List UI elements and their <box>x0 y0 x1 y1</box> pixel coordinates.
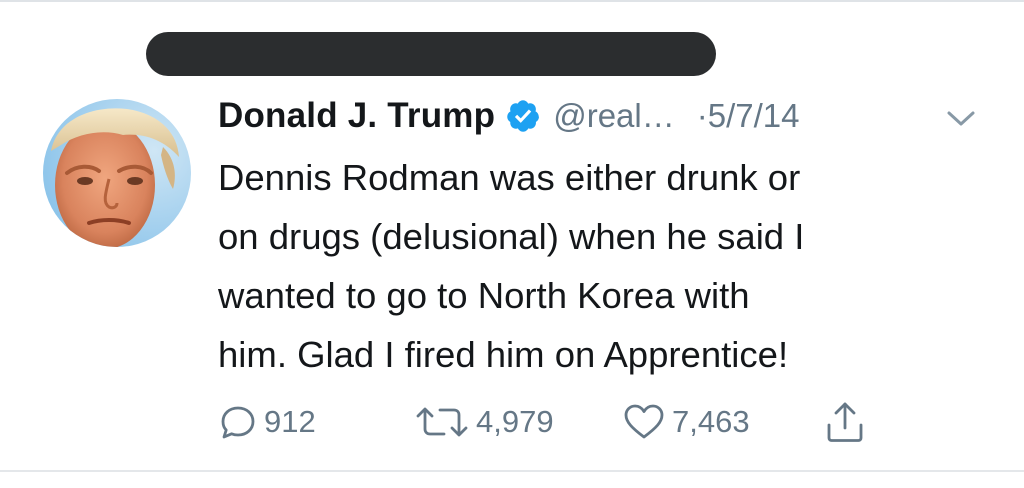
timestamp-date: 5/7/14 <box>707 97 800 134</box>
bottom-divider <box>0 470 1024 472</box>
tweet-header: Donald J. Trump @real… ·5/7/14 <box>218 93 799 139</box>
reply-bubble-icon <box>221 406 255 439</box>
avatar-image <box>43 99 191 247</box>
tweet-text: Dennis Rodman was either drunk or on dru… <box>218 148 998 384</box>
share-button[interactable] <box>824 400 866 444</box>
like-button[interactable]: 7,463 <box>622 400 750 444</box>
timestamp-separator: · <box>696 97 708 134</box>
tweet-actions: 912 4,979 7,463 <box>0 400 1024 444</box>
tweet-text-line: Dennis Rodman was either drunk or <box>218 157 801 198</box>
tweet-timestamp[interactable]: ·5/7/14 <box>697 97 800 135</box>
top-divider <box>0 0 1024 2</box>
like-count: 7,463 <box>672 404 750 439</box>
retweet-button[interactable]: 4,979 <box>414 400 554 444</box>
reply-button[interactable]: 912 <box>218 400 316 444</box>
retweet-arrows-icon <box>416 407 468 437</box>
reply-count: 912 <box>264 404 316 439</box>
tweet-card[interactable]: Donald J. Trump @real… ·5/7/14 Dennis Ro… <box>0 0 1024 488</box>
retweet-count: 4,979 <box>476 404 554 439</box>
share-upload-icon <box>827 402 863 442</box>
avatar[interactable] <box>43 99 191 247</box>
tweet-text-line: wanted to go to North Korea with <box>218 275 750 316</box>
tweet-text-line: him. Glad I fired him on Apprentice! <box>218 334 789 375</box>
tweet-text-line: on drugs (delusional) when he said I <box>218 216 805 257</box>
author-display-name[interactable]: Donald J. Trump <box>218 96 495 136</box>
author-handle[interactable]: @real… <box>553 97 675 135</box>
redacted-context-bar <box>146 32 716 76</box>
chevron-down-icon[interactable] <box>944 106 978 130</box>
verified-badge-icon <box>507 100 540 132</box>
heart-icon <box>624 404 664 439</box>
